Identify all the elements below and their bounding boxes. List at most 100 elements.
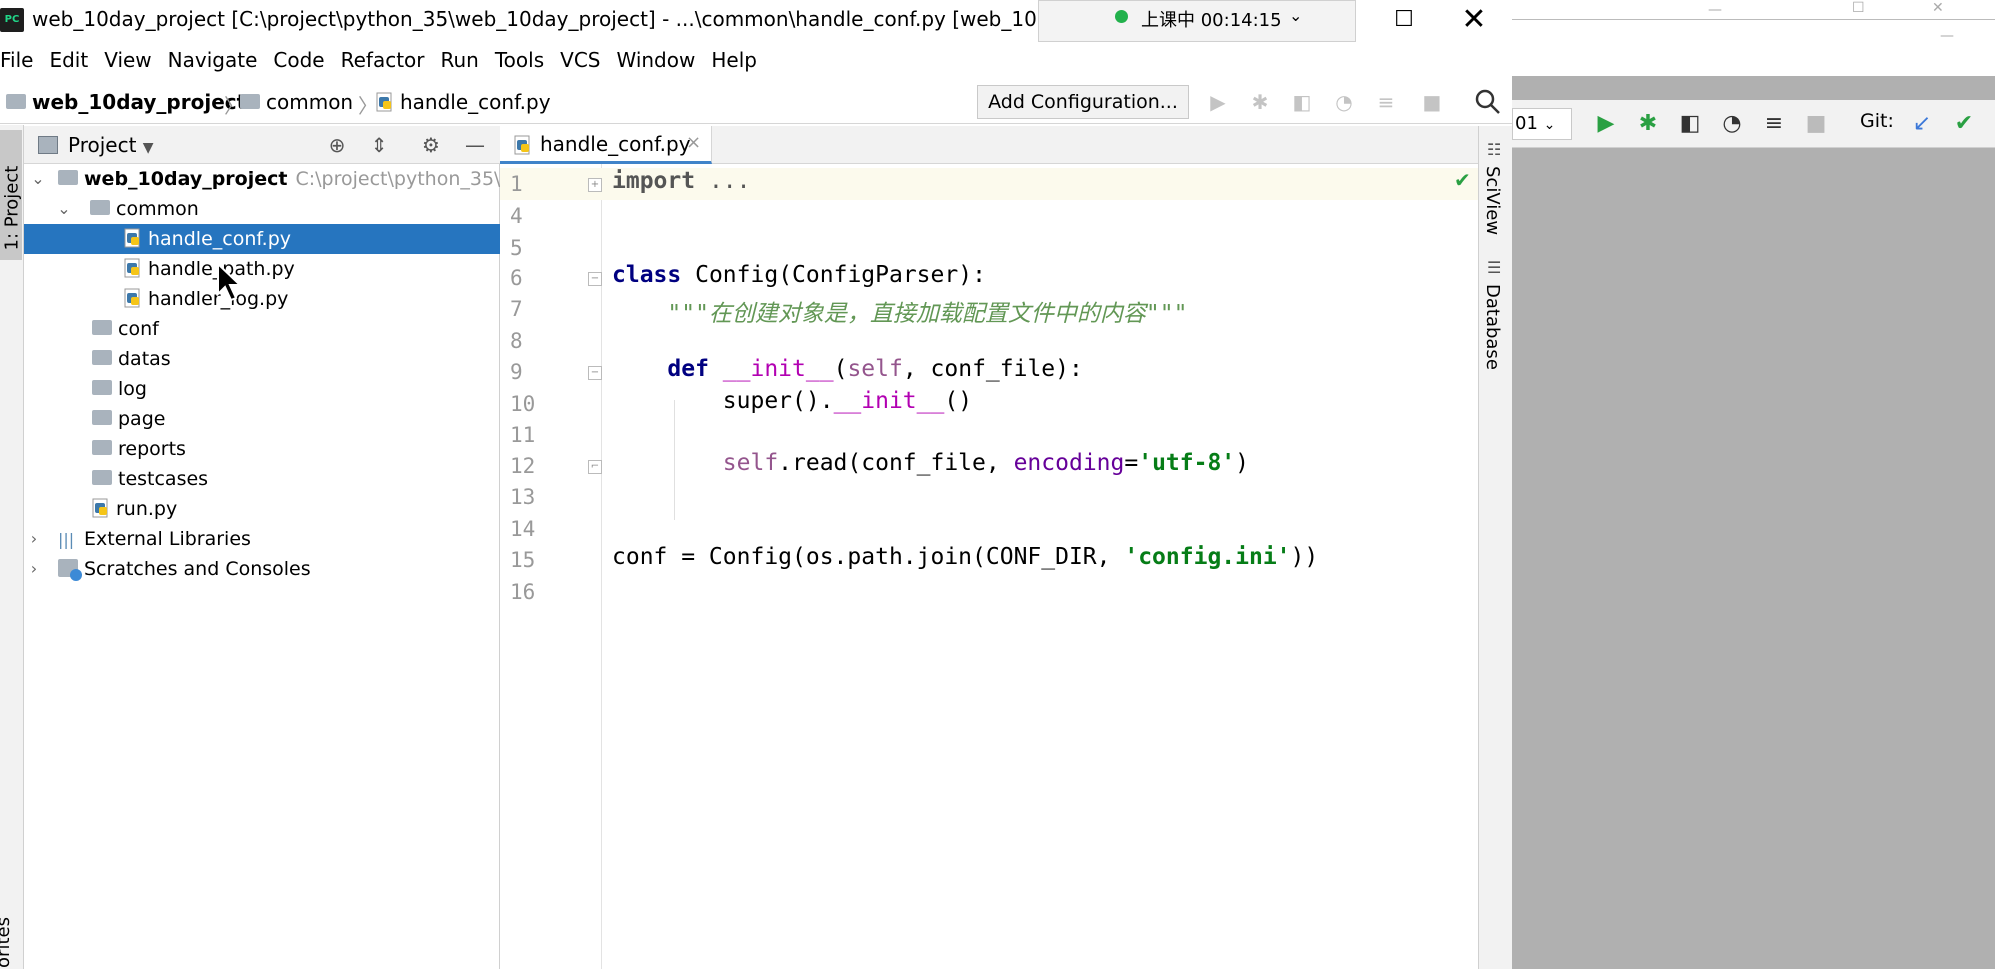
line-number: 16 xyxy=(510,580,536,604)
profile-icon[interactable]: ◔ xyxy=(1718,110,1746,138)
menu-help[interactable]: Help xyxy=(711,48,757,72)
gear-icon[interactable]: ⚙ xyxy=(418,132,444,158)
tree-item-common[interactable]: ⌄ common xyxy=(24,194,500,224)
breadcrumb-project-label: web_10day_project xyxy=(32,90,247,114)
tree-item-handler-log[interactable]: handler_log.py xyxy=(24,284,500,314)
menu-window[interactable]: Window xyxy=(616,48,695,72)
python-file-icon xyxy=(514,135,530,155)
python-file-icon xyxy=(124,288,140,307)
tree-item-testcases[interactable]: testcases xyxy=(24,464,500,494)
add-configuration-button[interactable]: Add Configuration... xyxy=(977,85,1189,119)
menu-file[interactable]: File xyxy=(0,48,33,72)
tree-item-scratches[interactable]: › Scratches and Consoles xyxy=(24,554,500,584)
project-tool-label: 1: Project xyxy=(1,165,23,251)
run-icon[interactable]: ▶ xyxy=(1204,88,1232,116)
tree-item-external-libraries[interactable]: › ||| External Libraries xyxy=(24,524,500,554)
database-tool-label[interactable]: Database xyxy=(1482,284,1503,370)
code-line: import ... xyxy=(612,168,751,194)
tree-item-datas[interactable]: datas xyxy=(24,344,500,374)
menu-view[interactable]: View xyxy=(104,48,151,72)
menu-vcs[interactable]: VCS xyxy=(560,48,600,72)
tab-label: handle_conf.py xyxy=(540,132,691,156)
menu-run[interactable]: Run xyxy=(441,48,479,72)
folder-icon xyxy=(6,94,26,109)
tree-item-label: common xyxy=(116,198,199,220)
chevron-right-icon[interactable]: › xyxy=(24,524,44,554)
minimize-icon[interactable]: — xyxy=(462,132,488,158)
tab-handle-conf[interactable]: handle_conf.py × xyxy=(500,126,712,164)
maximize-button[interactable]: ☐ xyxy=(1386,4,1422,36)
menu-tools[interactable]: Tools xyxy=(495,48,544,72)
project-panel-title[interactable]: Project ▼ xyxy=(68,133,154,157)
menu-code[interactable]: Code xyxy=(273,48,324,72)
coverage-icon[interactable]: ◧ xyxy=(1288,88,1316,116)
favorites-tool-label[interactable]: orites xyxy=(0,917,14,968)
collapse-all-icon[interactable]: ⇕ xyxy=(366,132,392,158)
chevron-right-icon[interactable]: › xyxy=(24,554,44,584)
code-line: def __init__(self, conf_file): xyxy=(667,356,1083,382)
tree-item-page[interactable]: page xyxy=(24,404,500,434)
stop-icon[interactable]: ■ xyxy=(1418,88,1446,116)
right-tool-strip: ☷ SciView ☰ Database xyxy=(1478,126,1512,969)
tree-item-label: reports xyxy=(118,438,186,460)
python-file-icon xyxy=(92,498,108,517)
pycharm-icon: PC xyxy=(0,8,24,32)
chevron-down-icon[interactable]: ⌄ xyxy=(54,194,74,224)
close-button[interactable]: ✕ xyxy=(1456,2,1492,38)
run-icon[interactable]: ▶ xyxy=(1592,110,1620,138)
tree-item-conf[interactable]: conf xyxy=(24,314,500,344)
tree-item-run[interactable]: run.py xyxy=(24,494,500,524)
folder-icon xyxy=(92,440,112,455)
code-line: self.read(conf_file, encoding='utf-8') xyxy=(722,450,1250,476)
concurrency-icon[interactable]: ≡ xyxy=(1760,110,1788,138)
code-line: class Config(ConfigParser): xyxy=(612,262,986,288)
breadcrumb-file[interactable]: handle_conf.py xyxy=(376,90,551,114)
tree-item-label: log xyxy=(118,378,147,400)
menu-edit[interactable]: Edit xyxy=(49,48,88,72)
line-number: 8 xyxy=(510,329,523,353)
concurrency-icon[interactable]: ≡ xyxy=(1372,88,1400,116)
tree-item-log[interactable]: log xyxy=(24,374,500,404)
stop-icon[interactable]: ■ xyxy=(1802,110,1830,138)
close-icon: ✕ xyxy=(1932,0,1944,16)
class-timer[interactable]: 上课中 00:14:15 ⌄ xyxy=(1038,0,1356,42)
project-panel-title-label: Project xyxy=(68,133,137,157)
line-number: 15 xyxy=(510,548,536,572)
git-update-icon[interactable]: ↙ xyxy=(1908,110,1936,138)
fold-minus-icon[interactable]: − xyxy=(588,366,602,380)
tree-item-handle-path[interactable]: handle_path.py xyxy=(24,254,500,284)
search-icon[interactable] xyxy=(1474,88,1502,116)
project-view-icon xyxy=(38,136,58,154)
locate-icon[interactable]: ⊕ xyxy=(324,132,350,158)
breadcrumb-folder-label: common xyxy=(266,90,354,114)
chevron-down-icon[interactable]: ⌄ xyxy=(28,164,48,194)
line-number: 14 xyxy=(510,517,536,541)
sciview-tool-label[interactable]: SciView xyxy=(1482,166,1503,235)
tree-item-handle-conf[interactable]: handle_conf.py xyxy=(24,224,500,254)
tree-item-label: page xyxy=(118,408,166,430)
folder-icon xyxy=(58,170,78,185)
breadcrumb-file-label: handle_conf.py xyxy=(400,90,551,114)
breadcrumb-folder[interactable]: common xyxy=(240,90,353,114)
debug-icon[interactable]: ✱ xyxy=(1634,110,1662,138)
coverage-icon[interactable]: ◧ xyxy=(1676,110,1704,138)
close-icon[interactable]: × xyxy=(686,132,701,153)
debug-icon[interactable]: ✱ xyxy=(1246,88,1274,116)
git-label: Git: xyxy=(1860,110,1894,132)
fold-end-icon[interactable]: ⌐ xyxy=(588,460,602,474)
profile-icon[interactable]: ◔ xyxy=(1330,88,1358,116)
fold-minus-icon[interactable]: − xyxy=(588,272,602,286)
fold-plus-icon[interactable]: + xyxy=(588,178,602,192)
menu-navigate[interactable]: Navigate xyxy=(168,48,258,72)
tree-item-root[interactable]: ⌄ web_10day_project C:\project\python_35\… xyxy=(24,164,516,194)
chevron-down-icon[interactable]: ⌄ xyxy=(1289,6,1302,25)
run-config-select[interactable]: 01 ⌄ xyxy=(1512,108,1572,140)
tree-item-reports[interactable]: reports xyxy=(24,434,500,464)
line-number: 7 xyxy=(510,297,523,321)
breadcrumb-project[interactable]: web_10day_project xyxy=(6,90,246,114)
git-commit-icon[interactable]: ✔ xyxy=(1950,110,1978,138)
menu-refactor[interactable]: Refactor xyxy=(341,48,425,72)
folder-icon xyxy=(92,470,112,485)
python-file-icon xyxy=(124,228,140,247)
line-number: 6 xyxy=(510,266,523,290)
